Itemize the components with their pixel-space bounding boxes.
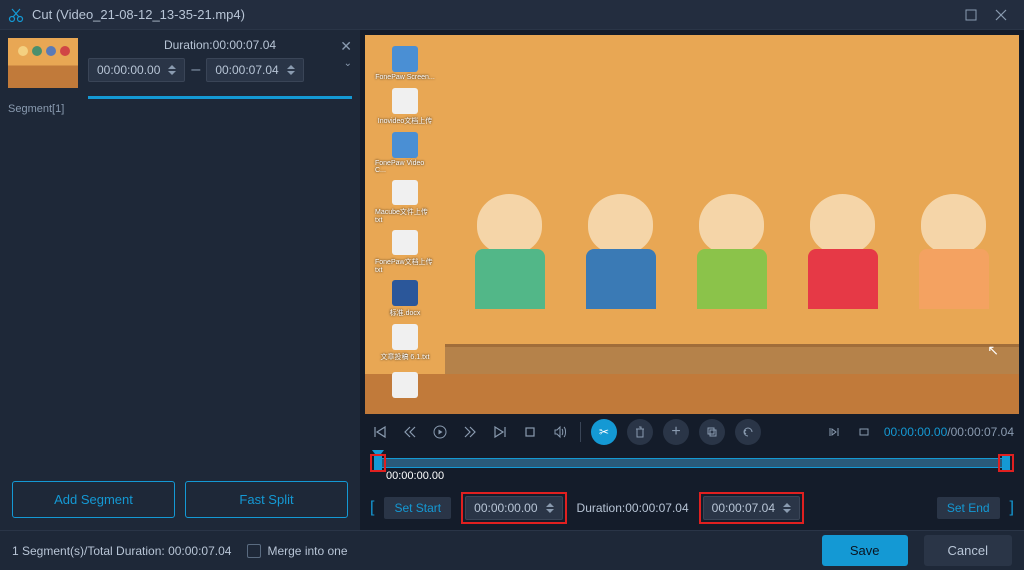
duration-display: Duration:00:00:07.04 — [577, 501, 689, 515]
merge-checkbox[interactable]: Merge into one — [247, 544, 347, 558]
start-time-input[interactable]: 00:00:00.00 — [465, 496, 562, 520]
cancel-button[interactable]: Cancel — [924, 535, 1012, 566]
next-segment-button[interactable] — [490, 422, 510, 442]
volume-button[interactable] — [550, 422, 570, 442]
close-button[interactable] — [986, 0, 1016, 30]
footer-summary: 1 Segment(s)/Total Duration: 00:00:07.04 — [12, 544, 231, 558]
in-point-button[interactable] — [824, 422, 844, 442]
timeline[interactable]: 00:00:00.00 — [360, 450, 1024, 486]
prev-segment-button[interactable] — [370, 422, 390, 442]
segment-end-time-input[interactable]: 00:00:07.04 — [206, 58, 303, 82]
remove-segment-icon[interactable]: ✕ — [340, 38, 352, 55]
window-title: Cut (Video_21-08-12_13-35-21.mp4) — [32, 7, 956, 22]
add-segment-button[interactable]: Add Segment — [12, 481, 175, 518]
bracket-close-icon: ] — [1010, 499, 1014, 517]
timeline-out-handle[interactable] — [998, 454, 1014, 472]
spin-up-icon[interactable] — [783, 503, 791, 507]
segment-item[interactable]: Duration:00:00:07.04 00:00:00.00 – 00:00… — [0, 30, 360, 96]
maximize-button[interactable] — [956, 0, 986, 30]
setpoints-bar: [ Set Start 00:00:00.00 Duration:00:00:0… — [360, 486, 1024, 530]
segment-thumbnail — [8, 38, 78, 88]
bracket-open-icon: [ — [370, 499, 374, 517]
spin-down-icon[interactable] — [287, 71, 295, 75]
save-button[interactable]: Save — [822, 535, 908, 566]
cut-icon — [8, 7, 24, 23]
segment-duration-label: Duration:00:00:07.04 — [88, 38, 352, 52]
spin-down-icon[interactable] — [783, 509, 791, 513]
footer: 1 Segment(s)/Total Duration: 00:00:07.04… — [0, 530, 1024, 570]
playback-time-display: 00:00:00.00/00:00:07.04 — [884, 425, 1014, 439]
checkbox-icon — [247, 544, 261, 558]
set-start-button[interactable]: Set Start — [384, 497, 451, 519]
preview-desktop-icons: FonePaw Screen... Inovideo文档上传 FonePaw V… — [375, 45, 445, 404]
segment-start-time-input[interactable]: 00:00:00.00 — [88, 58, 185, 82]
out-point-button[interactable] — [854, 422, 874, 442]
segment-label: Segment[1] — [0, 103, 360, 123]
cursor-icon: ↖ — [987, 342, 999, 359]
playback-controls: ✂ + 00:00:00.00/00:00:07.04 — [360, 414, 1024, 450]
step-forward-button[interactable] — [460, 422, 480, 442]
stop-button[interactable] — [520, 422, 540, 442]
undo-button[interactable] — [735, 419, 761, 445]
spin-up-icon[interactable] — [546, 503, 554, 507]
fast-split-button[interactable]: Fast Split — [185, 481, 348, 518]
step-back-button[interactable] — [400, 422, 420, 442]
cut-tool-button[interactable]: ✂ — [591, 419, 617, 445]
spin-up-icon[interactable] — [168, 65, 176, 69]
spin-up-icon[interactable] — [287, 65, 295, 69]
end-time-input[interactable]: 00:00:07.04 — [703, 496, 800, 520]
spin-down-icon[interactable] — [546, 509, 554, 513]
spin-down-icon[interactable] — [168, 71, 176, 75]
play-button[interactable] — [430, 422, 450, 442]
video-preview: FonePaw Screen... Inovideo文档上传 FonePaw V… — [365, 35, 1019, 414]
set-end-button[interactable]: Set End — [937, 497, 1000, 519]
titlebar: Cut (Video_21-08-12_13-35-21.mp4) — [0, 0, 1024, 30]
expand-segment-icon[interactable]: ⌄ — [344, 58, 352, 69]
segments-panel: Duration:00:00:07.04 00:00:00.00 – 00:00… — [0, 30, 360, 530]
add-button[interactable]: + — [663, 419, 689, 445]
segment-progress-bar — [88, 96, 352, 99]
timeline-in-handle[interactable] — [370, 454, 386, 472]
delete-button[interactable] — [627, 419, 653, 445]
copy-button[interactable] — [699, 419, 725, 445]
